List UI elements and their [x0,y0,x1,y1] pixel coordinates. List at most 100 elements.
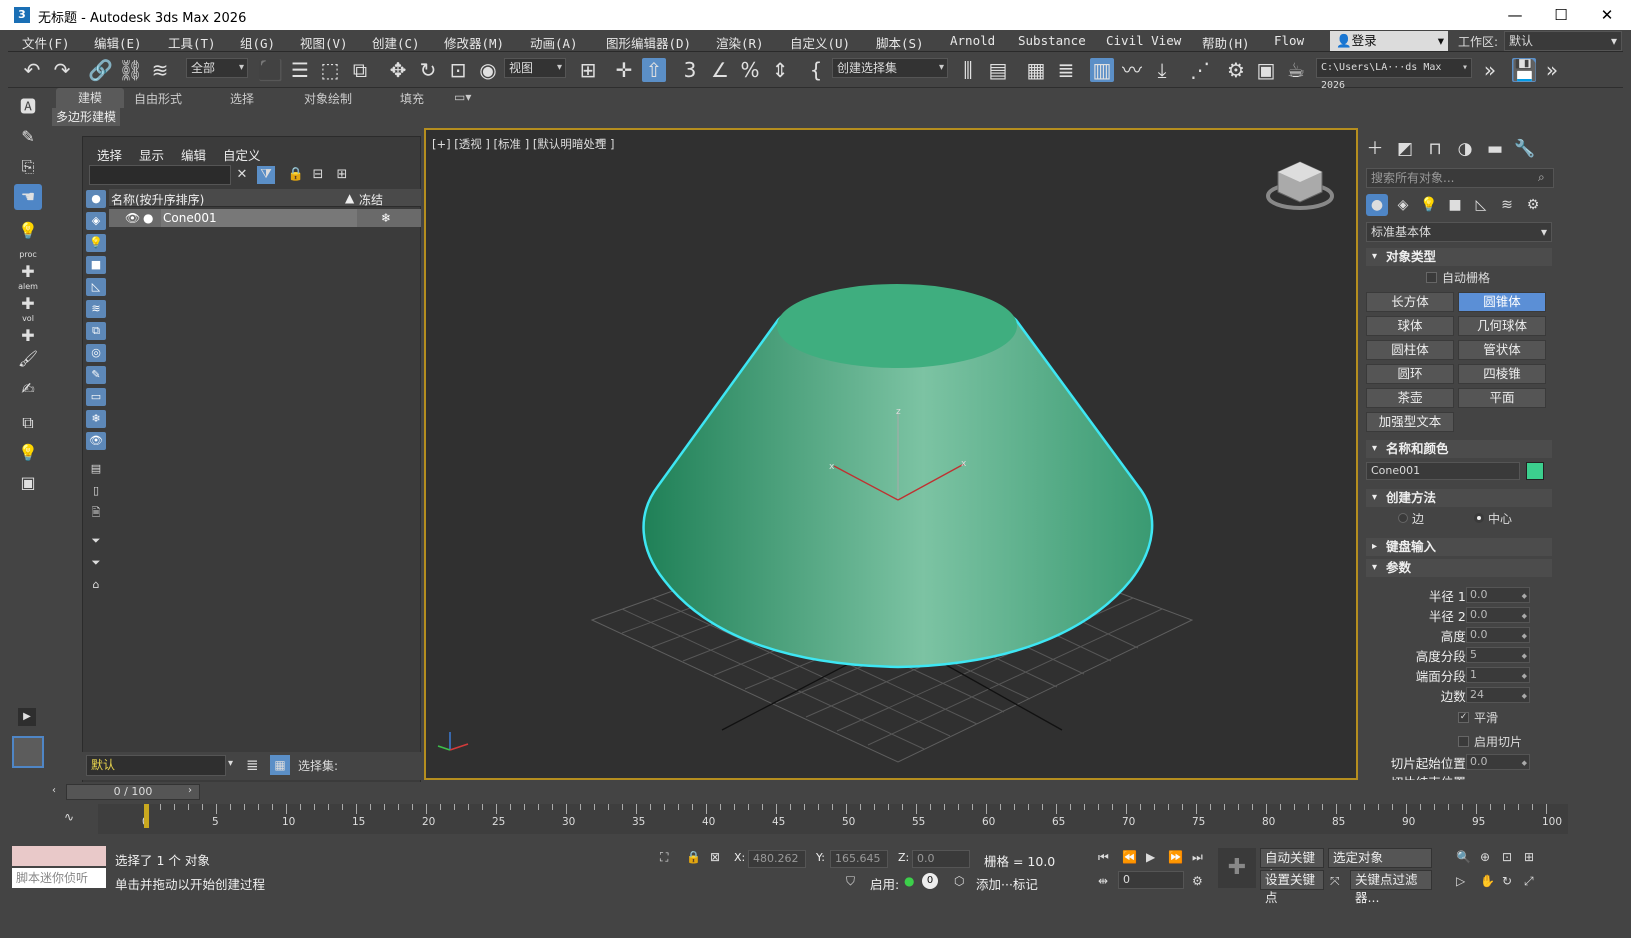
height-segments-spinner[interactable]: 5 [1466,647,1530,663]
more-icon[interactable]: » [1540,58,1564,82]
set-key-button[interactable]: 设置关键点 [1260,870,1324,905]
geosphere-button[interactable]: 几何球体 [1458,316,1546,336]
object-name-cell[interactable]: Cone001 [161,209,357,227]
maximize-button[interactable]: ☐ [1538,0,1584,30]
adaptive-degradation-icon[interactable]: ⛉ [846,874,855,889]
select-manipulate-icon[interactable]: ✛ [612,58,636,82]
bulb-icon[interactable]: 💡 [14,440,42,466]
menu-animation[interactable]: 动画(A) [530,33,578,52]
funnel-edit-icon[interactable]: ⏷ [86,554,106,572]
more-icon[interactable]: » [1478,58,1502,82]
login-button[interactable]: 👤登录 ▾ [1330,31,1448,51]
light-icon[interactable]: 💡 [14,218,42,244]
absolute-mode-icon[interactable]: ⊠ [710,850,720,864]
explorer-menu-customize[interactable]: 自定义 [223,145,261,164]
container-icon[interactable]: ⌂ [86,576,106,594]
x-coord-field[interactable]: 480.262 [748,850,806,868]
cameras-icon[interactable]: ■ [1444,194,1466,216]
object-color-swatch[interactable] [1526,462,1544,480]
box-button[interactable]: 长方体 [1366,292,1454,312]
slice-from-spinner[interactable]: 0.0 [1466,754,1530,770]
helpers-filter-icon[interactable]: ◺ [86,278,106,296]
plane-button[interactable]: 平面 [1458,388,1546,408]
eye-icon[interactable]: 👁 [125,211,140,225]
scale-icon[interactable]: ⊡ [446,58,470,82]
menu-create[interactable]: 创建(C) [372,33,420,52]
menu-scripting[interactable]: 脚本(S) [876,33,924,52]
enable-counter[interactable]: 0 [922,873,938,889]
explorer-search-input[interactable] [89,165,231,185]
cone-button[interactable]: 圆锥体 [1458,292,1546,312]
search-icon[interactable]: ⌕ [1538,170,1545,185]
time-next-icon[interactable]: › [188,785,192,796]
undo-icon[interactable]: ↶ [20,58,44,82]
menu-substance[interactable]: Substance [1018,33,1086,48]
polygon-modeling-bar[interactable]: 多边形建模 [52,108,120,126]
menu-views[interactable]: 视图(V) [300,33,348,52]
selection-lock-icon[interactable]: 🔒 [686,850,701,864]
spacewarps-icon[interactable]: ≋ [1496,194,1518,216]
move-icon[interactable]: ✥ [386,58,410,82]
next-frame-icon[interactable]: ⏩ [1168,850,1183,864]
z-coord-field[interactable]: 0.0 [912,850,970,868]
column-name[interactable]: 名称(按升序排序) [111,191,204,208]
set-key-big-icon[interactable]: ✚ [1218,848,1256,888]
hierarchy-icon[interactable]: ⊟ [309,166,327,184]
tube-button[interactable]: 管状体 [1458,340,1546,360]
modify-tab-icon[interactable]: ◩ [1392,138,1418,160]
textplus-button[interactable]: 加强型文本 [1366,412,1454,432]
menu-modifiers[interactable]: 修改器(M) [444,33,504,52]
edit-text-icon[interactable]: ✎ [14,124,42,150]
lights-icon[interactable]: 💡 [1418,194,1440,216]
render-dot-icon[interactable]: ● [143,211,153,225]
hidden-filter-icon[interactable]: 👁 [86,432,106,450]
save-icon[interactable]: 💾 [1512,58,1537,82]
list-icon[interactable]: ▤ [86,460,106,478]
menu-tools[interactable]: 工具(T) [168,33,216,52]
maximize-viewport-icon[interactable]: ⤢ [1524,874,1534,889]
zoom-extents-all-icon[interactable]: ⊞ [1524,850,1534,864]
rendered-frame-icon[interactable]: ▣ [1254,58,1278,82]
sides-spinner[interactable]: 24 [1466,687,1530,703]
time-config-icon[interactable]: ⚙ [1192,874,1203,888]
utilities-tab-icon[interactable]: 🔧 [1512,138,1538,160]
hand-icon[interactable]: ☚ [14,184,42,210]
menu-arnold[interactable]: Arnold [950,33,995,48]
place-icon[interactable]: ◉ [476,58,500,82]
paint-icon[interactable]: ✍ [14,376,42,402]
expand-arrow-icon[interactable]: ▶ [18,708,36,726]
section-object-type[interactable]: 对象类型 [1366,248,1552,266]
key-filters-button[interactable]: 关键点过滤器... [1350,870,1432,905]
primitive-category-dropdown[interactable]: 标准基本体 ▾ [1366,222,1552,242]
link-icon[interactable]: 🔗 [88,58,113,82]
chevron-down-icon[interactable]: ▾ [228,758,233,769]
layers-icon[interactable]: ≣ [246,756,259,774]
pivot-center-icon[interactable]: ⊞ [576,58,600,82]
angle-snap-icon[interactable]: ∠ [708,58,732,82]
render-icon[interactable]: ☕ [1284,58,1308,82]
section-parameters[interactable]: 参数 [1366,559,1552,577]
clear-search-icon[interactable]: ✕ [233,166,251,184]
window-crossing-icon[interactable]: ⧉ [348,58,372,82]
menu-rendering[interactable]: 渲染(R) [716,33,764,52]
reference-coord-dropdown[interactable]: 视图 [504,58,566,78]
edit-named-selection-icon[interactable]: { [804,58,828,82]
zoom-extents-icon[interactable]: ⊡ [1502,850,1512,864]
cylinder-button[interactable]: 圆柱体 [1366,340,1454,360]
helpers-icon[interactable]: ◺ [1470,194,1492,216]
lock-icon[interactable]: 🔒 [287,166,305,184]
selected-object-dropdown[interactable]: 选定对象 [1328,848,1432,868]
containers-filter-icon[interactable]: ▭ [86,388,106,406]
align-icon[interactable]: ▤ [986,58,1010,82]
page-icon[interactable]: ▯ [86,482,106,500]
goto-start-icon[interactable]: ⏮ [1098,850,1109,865]
stack-icon[interactable]: ⧉ [14,410,42,436]
menu-flow[interactable]: Flow [1274,33,1304,48]
play-icon[interactable]: ▶ [1146,850,1155,864]
maxscript-listener[interactable] [12,846,106,866]
text-tool-icon[interactable]: 🅰 [14,94,42,120]
table-row[interactable]: 👁 ● Cone001 ❄ [109,209,421,227]
torus-button[interactable]: 圆环 [1366,364,1454,384]
zoom-icon[interactable]: 🔍 [1456,850,1471,864]
curve-editor-icon[interactable]: 〰 [1120,58,1144,82]
